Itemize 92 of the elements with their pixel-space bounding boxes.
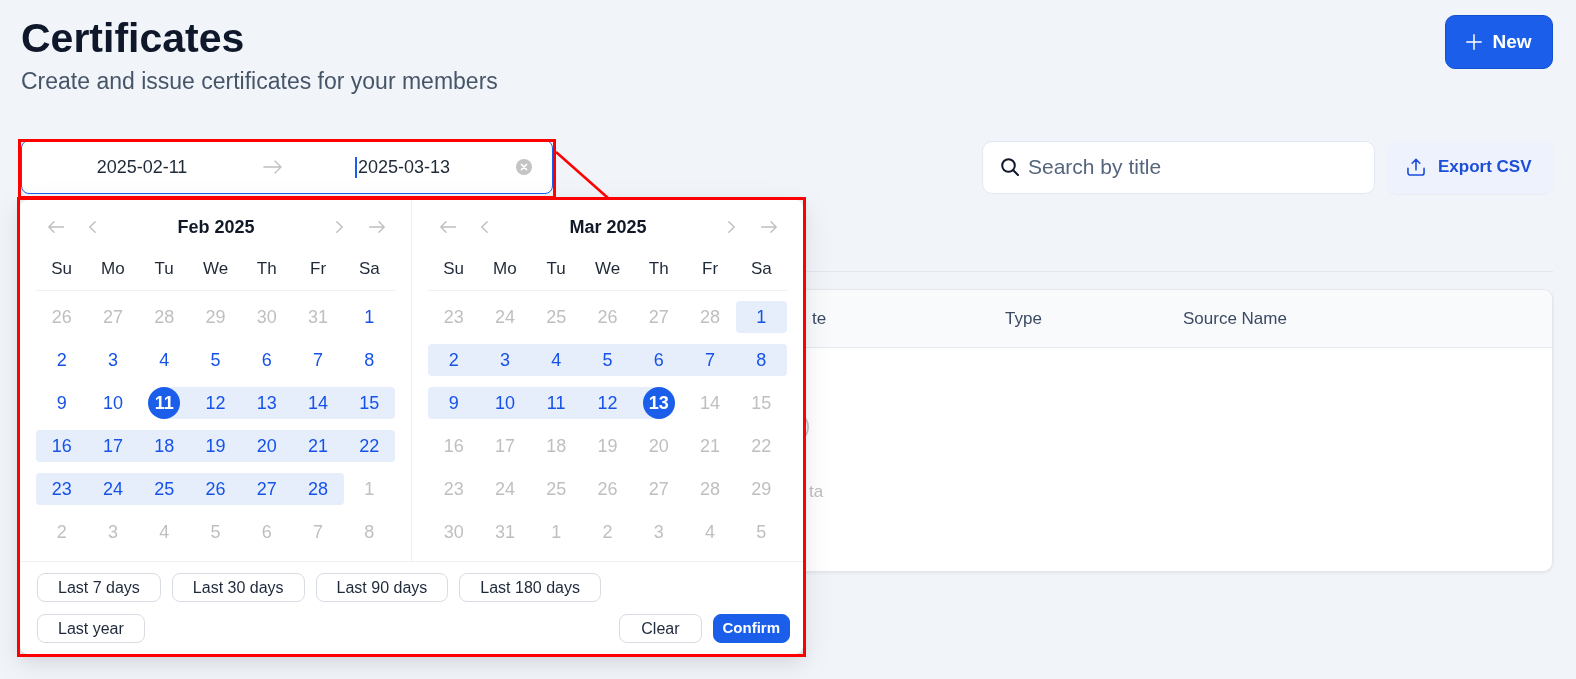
column-header: Source Name <box>1183 308 1287 328</box>
end-date-input[interactable]: 2025-03-13 <box>355 155 451 179</box>
preset-button[interactable]: Last 7 days <box>37 573 161 602</box>
weekday-label: Fr <box>310 258 327 281</box>
month-title: Mar 2025 <box>569 215 647 239</box>
date-range-field[interactable]: 2025-02-11 2025-03-13 <box>21 140 553 194</box>
calendar-day[interactable]: 3 <box>96 344 129 376</box>
chevron-left-icon[interactable] <box>481 221 488 233</box>
arrow-right-icon <box>263 160 282 174</box>
weekday-label: Th <box>648 258 669 281</box>
calendar-day[interactable]: 8 <box>745 344 778 376</box>
weekday-label: Su <box>443 258 465 281</box>
calendar-day[interactable]: 10 <box>488 387 521 419</box>
calendar-day[interactable]: 2 <box>437 344 470 376</box>
calendar-day[interactable]: 27 <box>250 473 283 505</box>
calendar-day[interactable]: 17 <box>96 430 129 462</box>
calendar-day[interactable]: 9 <box>437 387 470 419</box>
calendar-day[interactable]: 8 <box>353 344 386 376</box>
search-icon <box>1001 157 1019 176</box>
calendar-day[interactable]: 9 <box>45 387 78 419</box>
preset-button[interactable]: Last year <box>37 614 145 643</box>
page-subtitle: Create and issue certificates for your members <box>21 68 498 94</box>
calendar-day[interactable]: 26 <box>199 473 232 505</box>
arrow-left-icon[interactable] <box>48 221 64 233</box>
calendar-day[interactable]: 6 <box>250 344 283 376</box>
calendar-day[interactable]: 6 <box>642 344 675 376</box>
new-button[interactable]: New <box>1445 15 1553 69</box>
export-button[interactable]: Export CSV <box>1387 140 1553 194</box>
calendar-day[interactable]: 19 <box>199 430 232 462</box>
calendar-day[interactable]: 1 <box>745 301 778 333</box>
confirm-button[interactable]: Confirm <box>712 614 790 643</box>
calendar-day[interactable]: 7 <box>302 344 335 376</box>
weekday-label: Th <box>256 258 277 281</box>
arrow-right-icon[interactable] <box>761 221 777 233</box>
callout-line <box>555 151 609 199</box>
weekday-label: We <box>594 258 621 281</box>
calendar-day[interactable]: 22 <box>353 430 386 462</box>
page-title: Certificates <box>21 18 245 59</box>
calendar-day[interactable]: 4 <box>148 344 181 376</box>
empty-state-icon <box>805 418 811 436</box>
calendar-day[interactable]: 11 <box>540 387 573 419</box>
start-date-input[interactable]: 2025-02-11 <box>96 155 188 179</box>
calendar-day[interactable]: 20 <box>250 430 283 462</box>
weekday-label: Su <box>51 258 73 281</box>
calendar-day[interactable]: 25 <box>148 473 181 505</box>
calendar-day[interactable]: 3 <box>488 344 521 376</box>
calendar-day[interactable]: 23 <box>45 473 78 505</box>
calendar-day[interactable]: 28 <box>302 473 335 505</box>
chevron-right-icon[interactable] <box>728 221 735 233</box>
calendar-day[interactable]: 21 <box>302 430 335 462</box>
arrow-right-icon[interactable] <box>369 221 385 233</box>
preset-button[interactable]: Last 90 days <box>315 573 449 602</box>
column-header: te <box>812 308 827 328</box>
calendar-day[interactable]: 4 <box>540 344 573 376</box>
calendar-day[interactable]: 16 <box>45 430 78 462</box>
preset-button[interactable]: Last 30 days <box>171 573 305 602</box>
calendar-day[interactable]: 10 <box>96 387 129 419</box>
calendar-day[interactable]: 2 <box>45 344 78 376</box>
calendar-day[interactable]: 5 <box>591 344 624 376</box>
weekday-label: Tu <box>154 258 174 281</box>
calendar-day[interactable]: 24 <box>96 473 129 505</box>
weekday-label: Mo <box>101 258 125 281</box>
calendar-day[interactable]: 12 <box>591 387 624 419</box>
weekday-label: Sa <box>358 258 380 281</box>
calendar-day[interactable]: 5 <box>199 344 232 376</box>
arrow-left-icon[interactable] <box>440 221 456 233</box>
calendar-day[interactable]: 12 <box>199 387 232 419</box>
weekday-label: Tu <box>546 258 566 281</box>
chevron-left-icon[interactable] <box>89 221 96 233</box>
month-title: Feb 2025 <box>177 215 255 239</box>
weekday-label: Mo <box>493 258 517 281</box>
weekday-label: Fr <box>702 258 719 281</box>
plus-icon <box>1466 34 1483 50</box>
empty-state-text: ta <box>809 482 824 502</box>
calendar-day[interactable]: 15 <box>353 387 386 419</box>
calendar-day[interactable]: 11 <box>148 387 181 419</box>
calendar-day[interactable]: 14 <box>302 387 335 419</box>
search-field[interactable]: Search by title <box>982 140 1375 194</box>
clear-icon[interactable] <box>516 159 532 175</box>
calendar-day[interactable]: 13 <box>250 387 283 419</box>
column-header: Type <box>1005 308 1042 328</box>
calendar-day[interactable]: 7 <box>694 344 727 376</box>
weekday-label: Sa <box>750 258 772 281</box>
calendar-day[interactable]: 13 <box>642 387 675 419</box>
preset-button[interactable]: Last 180 days <box>459 573 601 602</box>
calendar-day[interactable]: 1 <box>353 301 386 333</box>
weekday-label: We <box>202 258 229 281</box>
clear-button[interactable]: Clear <box>619 614 702 643</box>
chevron-right-icon[interactable] <box>336 221 343 233</box>
text-cursor <box>355 156 357 178</box>
calendar-day[interactable]: 18 <box>148 430 181 462</box>
upload-icon <box>1407 158 1425 176</box>
